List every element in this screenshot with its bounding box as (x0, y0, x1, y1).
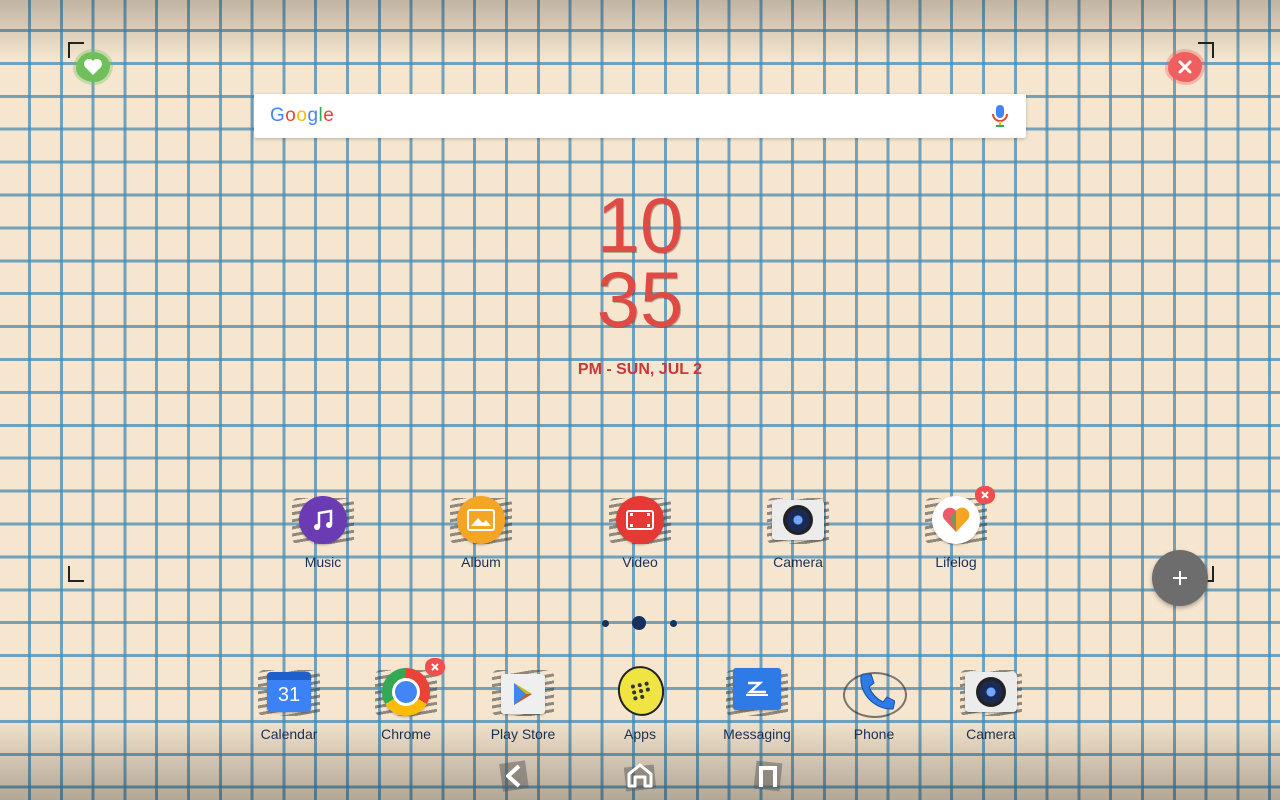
apps-icon (613, 661, 669, 721)
app-label: Camera (966, 726, 1016, 742)
app-album[interactable]: Album (421, 492, 541, 570)
app-lifelog[interactable]: Lifelog (896, 486, 1016, 570)
favorite-heart-button[interactable] (76, 52, 110, 82)
play-store-icon (501, 674, 545, 714)
video-icon (616, 496, 664, 544)
recent-apps-button[interactable] (746, 756, 790, 796)
dock-chrome[interactable]: Chrome (346, 658, 466, 742)
app-label: Play Store (490, 726, 556, 742)
app-label: Phone (853, 726, 895, 742)
google-logo: Google (270, 105, 335, 126)
chrome-icon (382, 668, 430, 716)
dock-phone[interactable]: Phone (814, 664, 934, 742)
dock-messaging[interactable]: Messaging (697, 664, 817, 742)
app-label: Album (461, 554, 501, 570)
phone-icon (860, 673, 895, 710)
dock-apps[interactable]: Apps (580, 661, 700, 742)
dock-play-store[interactable]: Play Store (463, 664, 583, 742)
plus-icon (1173, 571, 1187, 585)
app-video[interactable]: Video (580, 492, 700, 570)
page-dot[interactable] (602, 620, 609, 627)
remove-page-button[interactable] (1168, 52, 1202, 82)
corner-marker (68, 566, 84, 582)
app-label: Chrome (381, 726, 431, 742)
remove-badge[interactable] (975, 486, 995, 504)
app-label: Video (622, 554, 658, 570)
close-icon (1178, 60, 1192, 74)
corner-marker (1198, 42, 1214, 58)
page-dot[interactable] (670, 620, 677, 627)
add-button[interactable] (1152, 550, 1208, 606)
app-label: Camera (773, 554, 823, 570)
recent-apps-icon (753, 760, 783, 792)
google-search-bar[interactable]: Google (254, 94, 1026, 138)
app-label: Lifelog (935, 554, 977, 570)
close-icon (431, 663, 439, 671)
remove-badge[interactable] (425, 658, 445, 676)
app-label: Calendar (260, 726, 318, 742)
home-button[interactable] (618, 756, 662, 796)
app-label: Music (304, 554, 342, 570)
messaging-icon (733, 668, 781, 710)
heart-icon (84, 59, 102, 75)
app-camera[interactable]: Camera (738, 492, 858, 570)
home-icon (623, 763, 657, 792)
clock-minute: 35 (596, 255, 684, 343)
lifelog-icon (932, 496, 980, 544)
page-dot-active[interactable] (632, 616, 646, 630)
microphone-icon[interactable] (990, 104, 1010, 128)
back-icon (499, 760, 529, 792)
clock-hour: 10 (596, 181, 684, 269)
music-icon (299, 496, 347, 544)
clock-widget[interactable]: 10 35 (540, 181, 740, 343)
dock-calendar[interactable]: 31 Calendar (229, 664, 349, 742)
album-icon (457, 496, 505, 544)
app-label: Messaging (723, 726, 791, 742)
calendar-icon: 31 (267, 672, 311, 712)
page-indicator[interactable] (596, 614, 686, 632)
clock-date: PM - SUN, JUL 2 (577, 361, 703, 378)
dock-camera[interactable]: Camera (931, 664, 1051, 742)
close-icon (981, 491, 989, 499)
app-music[interactable]: Music (263, 492, 383, 570)
camera-icon (965, 672, 1017, 712)
camera-icon (772, 500, 824, 540)
back-button[interactable] (492, 756, 536, 796)
app-label: Apps (624, 726, 656, 742)
